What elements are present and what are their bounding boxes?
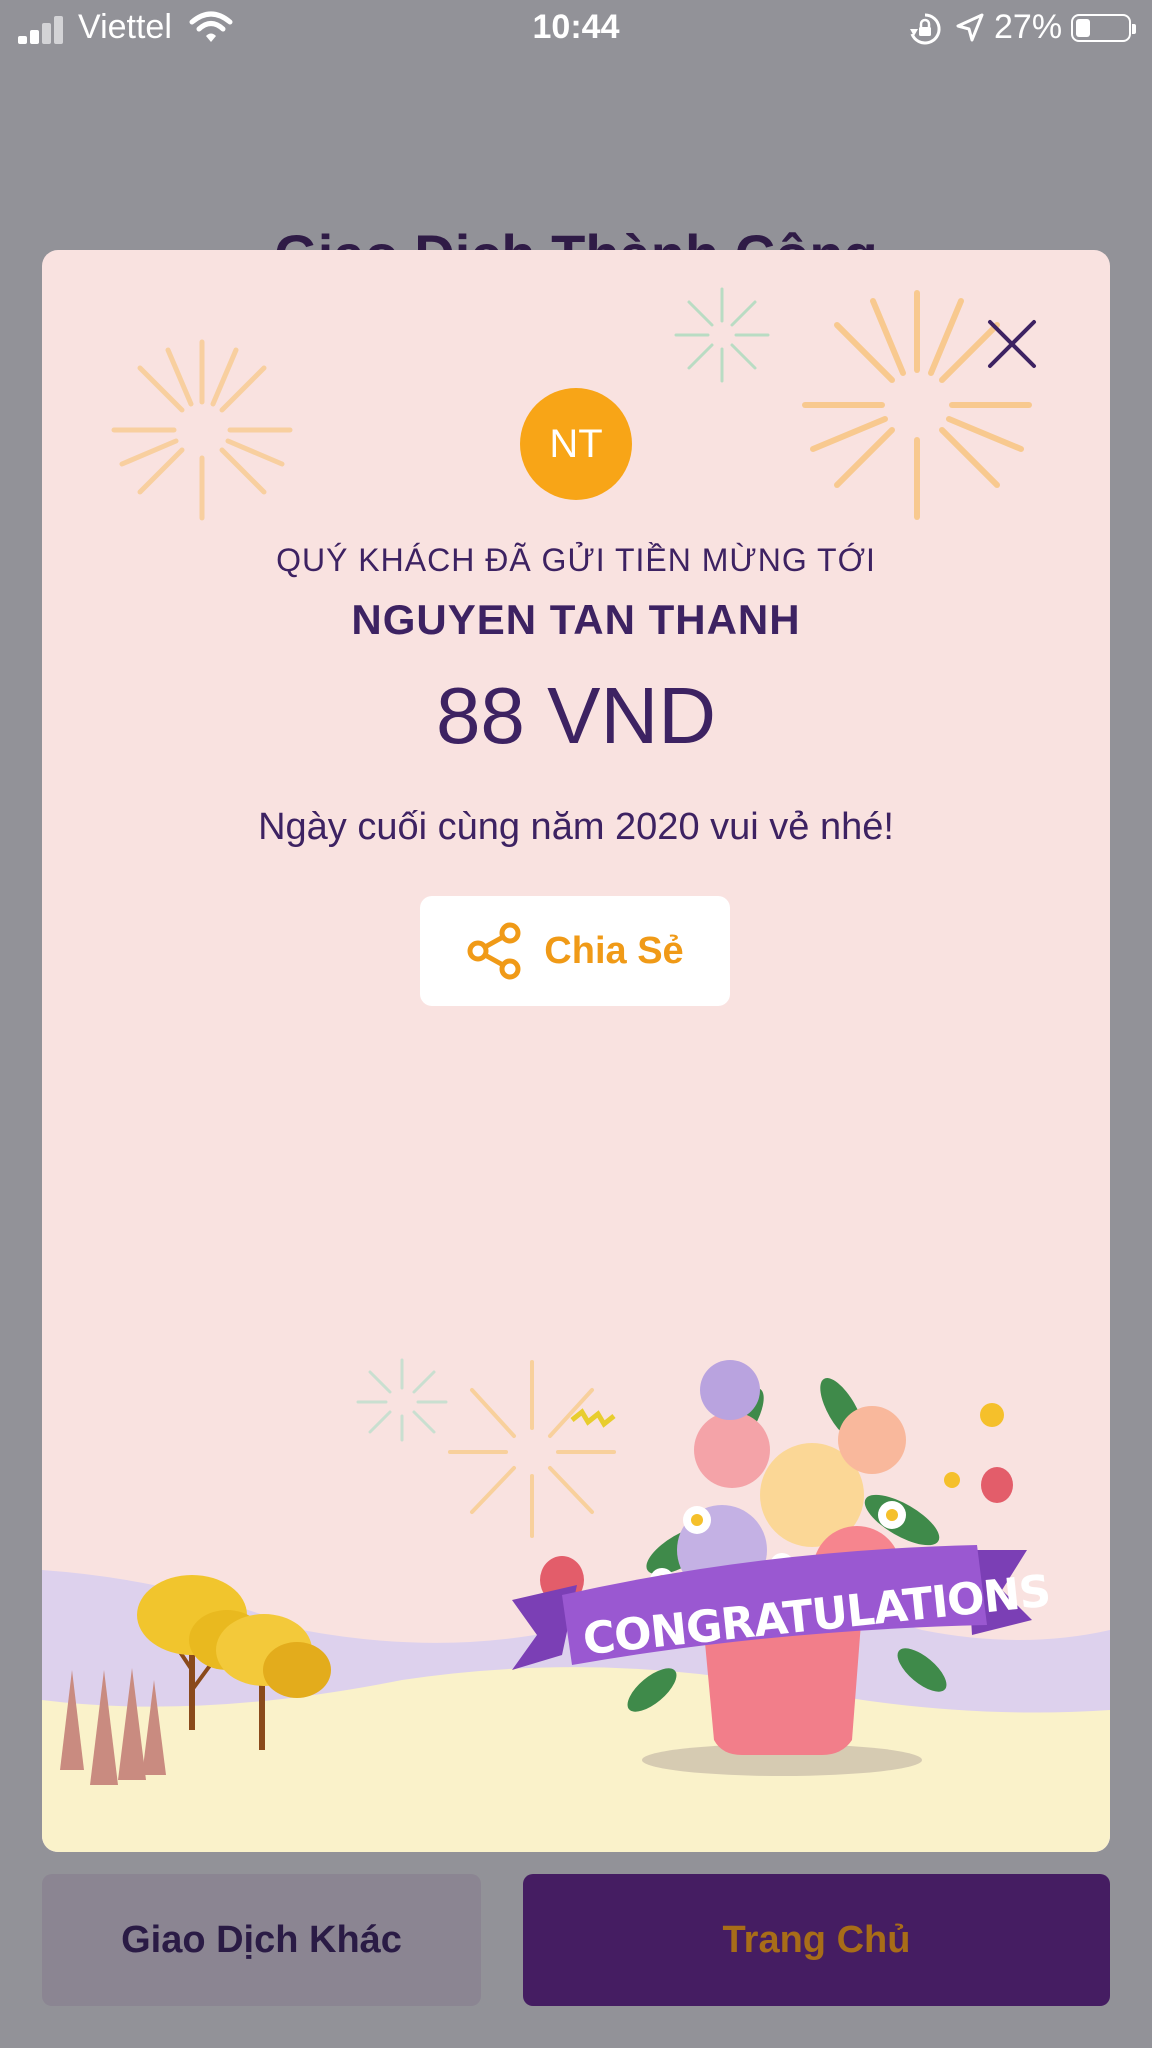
status-bar: Viettel 10:44 27% — [0, 0, 1152, 60]
rotation-lock-icon — [910, 13, 941, 45]
location-icon — [956, 13, 984, 42]
home-button[interactable]: Trang Chủ — [523, 1874, 1110, 2006]
battery-percent: 27% — [994, 8, 1063, 46]
other-transaction-button[interactable]: Giao Dịch Khác — [42, 1874, 481, 2006]
congrats-modal: NT QUÝ KHÁCH ĐÃ GỬI TIỀN MỪNG TỚI NGUYEN… — [42, 250, 1110, 1852]
battery-icon — [1071, 14, 1136, 42]
